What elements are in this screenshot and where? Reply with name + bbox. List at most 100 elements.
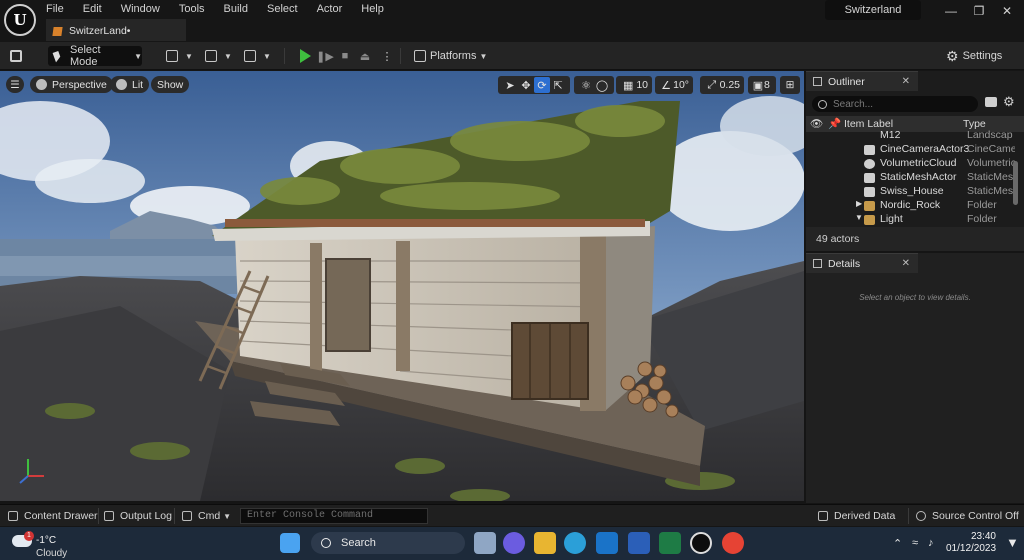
folder-open-icon: [864, 215, 875, 225]
notifications-icon[interactable]: ▼: [1006, 535, 1019, 550]
eject-button[interactable]: ⏏: [358, 46, 372, 66]
source-control-icon: [916, 511, 926, 521]
derived-data-button[interactable]: Derived Data: [818, 509, 895, 523]
scale-tool-icon[interactable]: ⇱: [550, 77, 566, 93]
wifi-icon[interactable]: ≈: [912, 537, 918, 549]
toolbar-divider: [400, 48, 401, 64]
add-actor-button[interactable]: ▼: [166, 46, 193, 66]
menu-select[interactable]: Select: [267, 1, 298, 17]
excel-icon[interactable]: [659, 532, 681, 554]
teams-icon[interactable]: [503, 532, 525, 554]
move-tool-icon[interactable]: ✥: [518, 77, 534, 93]
advance-frame-button[interactable]: ❚▶: [316, 46, 334, 66]
outliner-row[interactable]: ▼ Light Folder: [806, 213, 1024, 227]
close-icon[interactable]: ✕: [990, 0, 1024, 22]
outliner-row[interactable]: CineCameraActor3 CineCame: [806, 143, 1024, 157]
select-mode-label: Select Mode: [70, 44, 101, 68]
surface-snap-icon[interactable]: ◯: [594, 77, 610, 93]
play-button[interactable]: [296, 46, 314, 66]
chrome-icon[interactable]: [722, 532, 744, 554]
cinematics-button[interactable]: ▼: [244, 46, 271, 66]
camera-speed-button[interactable]: ▣ 8: [748, 76, 776, 94]
menu-actor[interactable]: Actor: [317, 1, 343, 17]
perspective-label: Perspective: [52, 78, 107, 91]
volume-icon[interactable]: ♪: [928, 537, 934, 549]
grid-snap-value: 10: [636, 79, 648, 91]
menu-bar: File Edit Window Tools Build Select Acto…: [46, 1, 403, 17]
source-control-label: Source Control Off: [932, 510, 1019, 522]
weather-widget[interactable]: 1 -1°C Cloudy: [12, 531, 72, 559]
gear-icon[interactable]: ⚙: [1003, 94, 1015, 110]
source-control-button[interactable]: Source Control Off: [916, 509, 1019, 523]
select-mode-dropdown[interactable]: Select Mode ▼: [48, 44, 142, 68]
row-label: VolumetricCloud: [880, 157, 957, 169]
cmd-label: Cmd: [198, 510, 221, 522]
cmd-dropdown[interactable]: Cmd ▼: [182, 509, 231, 523]
output-log-button[interactable]: Output Log: [104, 509, 172, 523]
word-icon[interactable]: [628, 532, 650, 554]
task-view-icon[interactable]: [474, 532, 496, 554]
unreal-taskbar-icon[interactable]: [690, 532, 712, 554]
settings-button[interactable]: ⚙ Settings: [946, 46, 1002, 66]
grid-snap-button[interactable]: ▦ 10: [616, 76, 652, 94]
menu-file[interactable]: File: [46, 1, 64, 17]
play-options-icon[interactable]: ⋮: [380, 46, 394, 66]
windows-start-icon[interactable]: [280, 533, 300, 553]
menu-window[interactable]: Window: [121, 1, 160, 17]
perspective-button[interactable]: Perspective: [30, 76, 113, 93]
details-tab[interactable]: Details ✕: [806, 253, 918, 273]
close-icon[interactable]: ✕: [902, 76, 910, 87]
select-tool-icon[interactable]: ➤: [502, 77, 518, 93]
add-folder-icon[interactable]: [985, 97, 997, 107]
edge-icon[interactable]: [564, 532, 586, 554]
outliner-row[interactable]: M12 Landscap: [806, 129, 1024, 143]
layout-button[interactable]: ⊞: [780, 76, 800, 94]
play-icon: [299, 49, 311, 63]
expand-arrow-icon[interactable]: ▶: [856, 199, 862, 208]
console-input[interactable]: Enter Console Command: [240, 508, 428, 524]
file-explorer-icon[interactable]: [534, 532, 556, 554]
lit-button[interactable]: Lit: [110, 76, 150, 93]
settings-label: Settings: [962, 50, 1003, 62]
outliner-tab[interactable]: Outliner ✕: [806, 71, 918, 91]
level-viewport[interactable]: ☰ Perspective Lit Show ➤ ✥ ⟳ ⇱ ⚛ ◯ ▦ 10 …: [0, 71, 804, 501]
content-drawer-button[interactable]: Content Drawer: [8, 509, 98, 523]
outliner-scrollbar[interactable]: [1013, 161, 1018, 205]
outliner-row[interactable]: VolumetricCloud Volumetric: [806, 157, 1024, 171]
clock-date: 01/12/2023: [946, 543, 997, 554]
close-icon[interactable]: ✕: [902, 258, 910, 269]
angle-icon: ∠: [661, 79, 671, 92]
tray-chevron-icon[interactable]: ⌃: [893, 537, 902, 550]
row-type: Folder: [967, 213, 997, 225]
menu-tools[interactable]: Tools: [179, 1, 205, 17]
rotate-tool-icon[interactable]: ⟳: [534, 77, 550, 93]
unreal-editor: U File Edit Window Tools Build Select Ac…: [0, 0, 1024, 560]
search-icon: [818, 99, 827, 109]
stop-button[interactable]: ■: [338, 46, 352, 66]
outliner-row[interactable]: Swiss_House StaticMes: [806, 185, 1024, 199]
unreal-logo-icon[interactable]: U: [4, 4, 36, 36]
outliner-row[interactable]: StaticMeshActor StaticMes: [806, 171, 1024, 185]
platforms-dropdown[interactable]: Platforms ▼: [414, 46, 487, 66]
save-icon[interactable]: [10, 46, 26, 66]
taskbar-clock[interactable]: 23:40 01/12/2023: [946, 531, 996, 555]
level-tab[interactable]: SwitzerLand•: [46, 19, 186, 41]
rotation-snap-button[interactable]: ∠ 10°: [655, 76, 693, 94]
blueprints-button[interactable]: ▼: [205, 46, 232, 66]
weather-temp: -1°C: [36, 535, 57, 546]
row-type: StaticMes: [967, 185, 1014, 197]
grid-icon: ▦: [622, 79, 634, 92]
details-title: Details: [828, 257, 861, 270]
scale-snap-button[interactable]: ⤢ 0.25: [700, 76, 744, 94]
outliner-row[interactable]: ▶ Nordic_Rock Folder: [806, 199, 1024, 213]
viewport-menu-button[interactable]: ☰: [6, 76, 24, 93]
menu-help[interactable]: Help: [361, 1, 384, 17]
outlook-icon[interactable]: [596, 532, 618, 554]
show-button[interactable]: Show: [151, 76, 190, 93]
collapse-arrow-icon[interactable]: ▼: [855, 213, 863, 222]
menu-build[interactable]: Build: [224, 1, 248, 17]
taskbar-search[interactable]: Search: [311, 532, 465, 554]
world-local-icon[interactable]: ⚛: [578, 77, 594, 93]
menu-edit[interactable]: Edit: [83, 1, 102, 17]
outliner-search[interactable]: Search...: [812, 96, 978, 112]
